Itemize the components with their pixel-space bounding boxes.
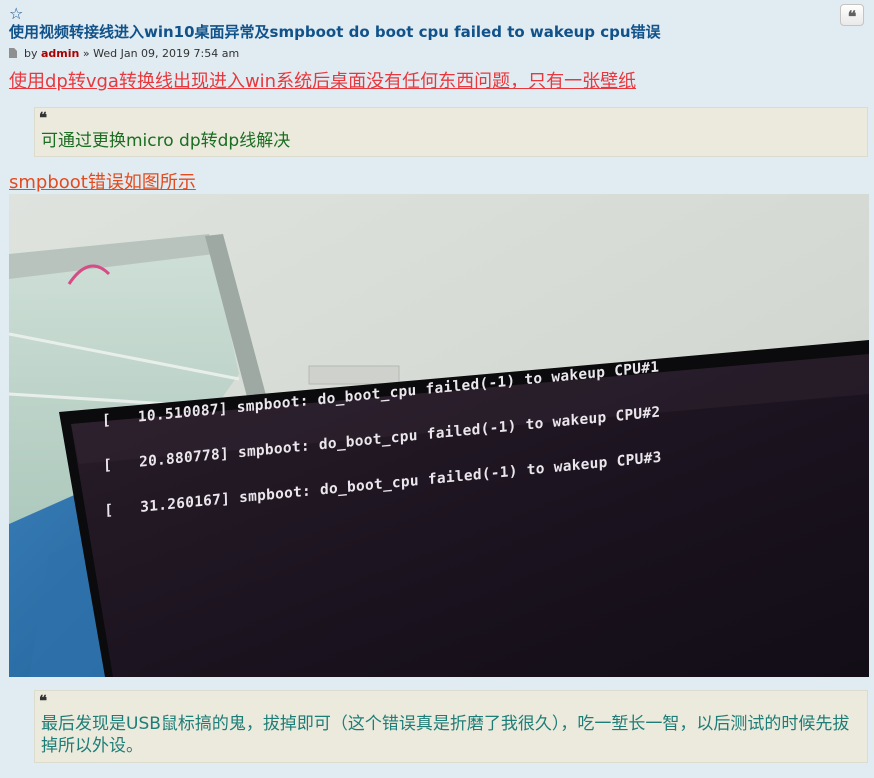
quote-mark-icon: ❝ bbox=[39, 109, 48, 127]
quote-button[interactable]: ❝ bbox=[840, 4, 864, 26]
blockquote-solution-text: 可通过更换micro dp转dp线解决 bbox=[41, 131, 291, 151]
forum-post: ☆ ❝ 使用视频转接线进入win10桌面异常及smpboot do boot c… bbox=[0, 0, 874, 778]
bookmark-star-icon[interactable]: ☆ bbox=[9, 5, 23, 23]
author-link[interactable]: admin bbox=[41, 47, 79, 60]
blockquote-conclusion: ❝ 最后发现是USB鼠标搞的鬼，拔掉即可（这个错误真是折磨了我很久），吃一堑长一… bbox=[34, 690, 868, 763]
post-file-icon[interactable] bbox=[9, 48, 17, 58]
post-meta: by admin » Wed Jan 09, 2019 7:54 am bbox=[9, 47, 239, 61]
boot-error-photo: [ 10.510087] smpboot: do_boot_cpu failed… bbox=[9, 194, 869, 677]
smpboot-error-heading: smpboot错误如图所示 bbox=[9, 172, 196, 193]
meta-by: by bbox=[24, 47, 41, 60]
post-date: Wed Jan 09, 2019 7:54 am bbox=[93, 47, 240, 60]
problem-description: 使用dp转vga转换线出现进入win系统后桌面没有任何东西问题，只有一张壁纸 bbox=[9, 71, 637, 92]
quote-icon: ❝ bbox=[847, 7, 857, 26]
post-title[interactable]: 使用视频转接线进入win10桌面异常及smpboot do boot cpu f… bbox=[9, 22, 661, 42]
blockquote-conclusion-text: 最后发现是USB鼠标搞的鬼，拔掉即可（这个错误真是折磨了我很久），吃一堑长一智，… bbox=[41, 714, 850, 756]
meta-separator: » bbox=[79, 47, 94, 60]
blockquote-solution: ❝ 可通过更换micro dp转dp线解决 bbox=[34, 107, 868, 157]
quote-mark-icon: ❝ bbox=[39, 692, 48, 710]
